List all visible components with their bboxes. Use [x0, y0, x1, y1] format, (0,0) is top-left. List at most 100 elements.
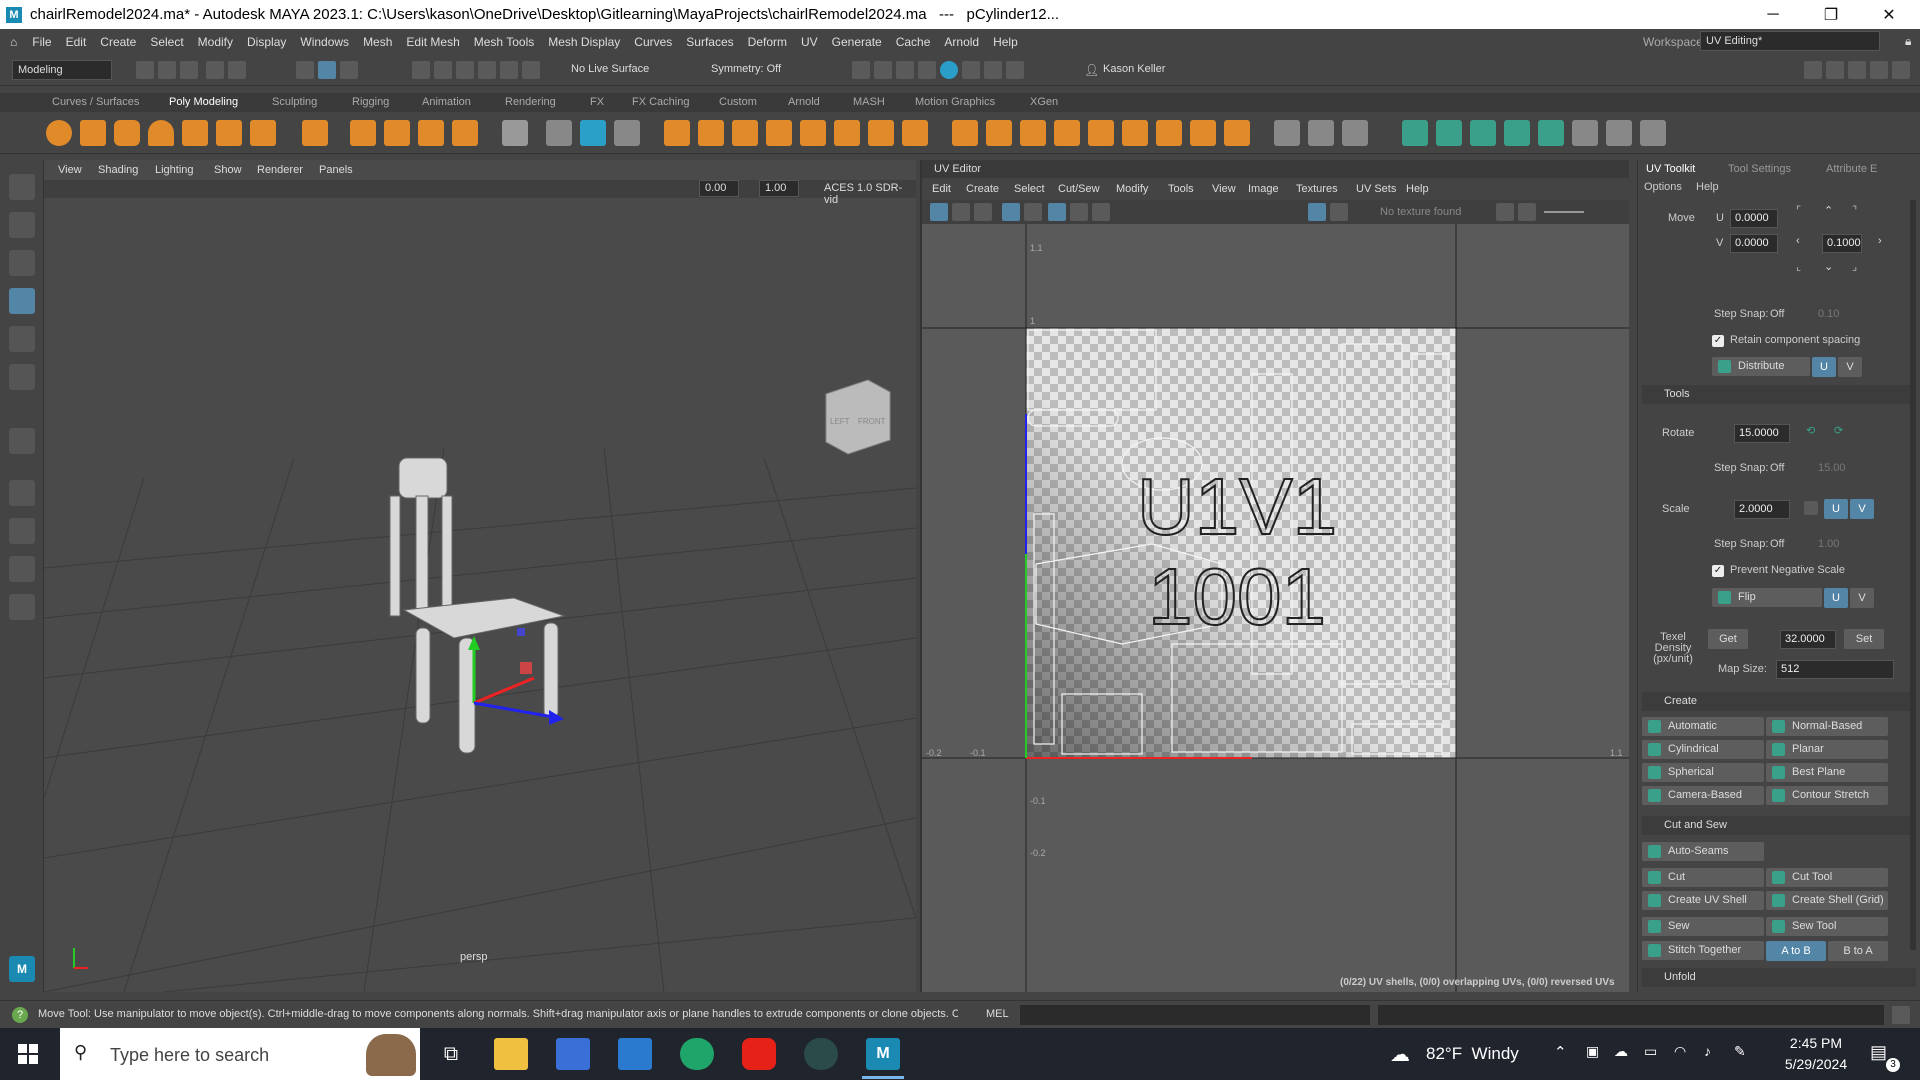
sew-button[interactable]: Sew	[1642, 917, 1764, 936]
remesh-icon[interactable]	[902, 120, 928, 146]
auto-seams-button[interactable]: Auto-Seams	[1642, 842, 1764, 861]
uv-menu-modify[interactable]: Modify	[1116, 183, 1148, 195]
stitch-together-button[interactable]: Stitch Together	[1642, 941, 1764, 960]
render-settings-icon[interactable]	[918, 61, 936, 79]
contour-stretch-button[interactable]: Contour Stretch	[1766, 786, 1888, 805]
separate-icon[interactable]	[698, 120, 724, 146]
boolean-icon[interactable]	[766, 120, 792, 146]
texel-set-button[interactable]: Set	[1844, 629, 1884, 649]
pen-icon[interactable]: ✎	[1734, 1043, 1746, 1060]
scale-step-snap-value[interactable]: 1.00	[1818, 538, 1839, 550]
select-object-icon[interactable]	[318, 61, 336, 79]
symmetry-select[interactable]: Symmetry: Off	[706, 60, 810, 80]
texel-density-field[interactable]: 32.0000	[1780, 630, 1836, 649]
toolkit-scrollbar[interactable]	[1910, 200, 1916, 950]
rotate-field[interactable]: 15.0000	[1734, 424, 1790, 443]
uv-menu-edit[interactable]: Edit	[932, 183, 951, 195]
menu-mesh-tools[interactable]: Mesh Tools	[467, 35, 541, 49]
poly-cube-icon[interactable]	[80, 120, 106, 146]
uv-texture-icon[interactable]	[1330, 203, 1348, 221]
viewcube-left[interactable]: LEFT	[830, 417, 850, 426]
minimize-button[interactable]: ─	[1744, 0, 1802, 29]
shelf-tab-animation[interactable]: Animation	[422, 96, 471, 108]
cylindrical-uv-icon[interactable]	[1436, 120, 1462, 146]
scale-uniform-icon[interactable]	[1804, 501, 1818, 515]
scale-v-button[interactable]: V	[1850, 499, 1874, 519]
chair-mesh[interactable]	[389, 457, 566, 754]
unfold-section-header[interactable]: Unfold	[1642, 968, 1916, 987]
retain-spacing-checkbox[interactable]: ✓	[1712, 335, 1724, 347]
create-uv-shell-button[interactable]: Create UV Shell	[1642, 891, 1764, 910]
flip-button[interactable]: Flip	[1712, 588, 1822, 607]
move-down-left-icon[interactable]: ⌞	[1796, 260, 1801, 273]
platonic-solid-icon[interactable]	[302, 120, 328, 146]
tab-tool-settings[interactable]: Tool Settings	[1728, 163, 1791, 175]
toolkit-menu-options[interactable]: Options	[1644, 181, 1682, 193]
scale-tool-icon[interactable]	[9, 364, 35, 390]
move-down-right-icon[interactable]: ⌟	[1852, 260, 1857, 273]
tab-uv-toolkit[interactable]: UV Toolkit	[1646, 163, 1695, 175]
poly-disc-icon[interactable]	[250, 120, 276, 146]
mirror-icon[interactable]	[800, 120, 826, 146]
rotate-cw-icon[interactable]: ⟳	[1834, 424, 1843, 437]
last-tool-icon[interactable]	[9, 428, 35, 454]
channel-box-icon[interactable]	[1870, 61, 1888, 79]
scale-field[interactable]: 2.0000	[1734, 500, 1790, 519]
select-tool-icon[interactable]	[9, 174, 35, 200]
four-view-icon[interactable]	[9, 518, 35, 544]
snap-surface-icon[interactable]	[500, 61, 518, 79]
redo-icon[interactable]	[228, 61, 246, 79]
cut-button[interactable]: Cut	[1642, 868, 1764, 887]
menu-edit-mesh[interactable]: Edit Mesh	[399, 35, 466, 49]
rotate-tool-icon[interactable]	[9, 326, 35, 352]
vp-menu-view[interactable]: View	[58, 164, 82, 176]
taskbar-search-box[interactable]: ⚲ Type here to search	[60, 1028, 420, 1080]
edge-loop-icon[interactable]	[1308, 120, 1334, 146]
poly-plane-icon[interactable]	[216, 120, 242, 146]
tools-section-header[interactable]: Tools	[1642, 385, 1916, 404]
two-view-icon[interactable]	[9, 556, 35, 582]
uv-shell-icon[interactable]	[952, 203, 970, 221]
shelf-tab-sculpting[interactable]: Sculpting	[272, 96, 317, 108]
move-step-snap-value[interactable]: 0.10	[1818, 308, 1839, 320]
menu-cache[interactable]: Cache	[889, 35, 938, 49]
a-to-b-button[interactable]: A to B	[1766, 941, 1826, 961]
create-shell-grid-button[interactable]: Create Shell (Grid)	[1766, 891, 1888, 910]
outliner-icon[interactable]	[1892, 61, 1910, 79]
rotate-step-snap-select[interactable]: Off	[1770, 462, 1784, 474]
close-button[interactable]: ✕	[1860, 0, 1918, 29]
menu-modify[interactable]: Modify	[191, 35, 240, 49]
append-polygon-icon[interactable]	[1088, 120, 1114, 146]
task-view-icon[interactable]: ⧉	[434, 1038, 468, 1070]
spherical-uv-icon[interactable]	[1470, 120, 1496, 146]
vp-menu-show[interactable]: Show	[214, 164, 242, 176]
target-weld-icon[interactable]	[1342, 120, 1368, 146]
undo-icon[interactable]	[206, 61, 224, 79]
uv-menu-uv-sets[interactable]: UV Sets	[1356, 183, 1396, 195]
smooth-icon[interactable]	[834, 120, 860, 146]
distribute-v-button[interactable]: V	[1838, 357, 1862, 377]
planar-button[interactable]: Planar	[1766, 740, 1888, 759]
flip-v-button[interactable]: V	[1850, 588, 1874, 608]
menu-uv[interactable]: UV	[794, 35, 825, 49]
mode-select[interactable]: Modeling	[12, 60, 112, 80]
uv-distortion-icon[interactable]	[1070, 203, 1088, 221]
tool-settings-icon[interactable]	[1848, 61, 1866, 79]
best-plane-button[interactable]: Best Plane	[1766, 763, 1888, 782]
file-explorer-icon[interactable]	[494, 1038, 528, 1070]
automatic-uv-icon[interactable]	[1504, 120, 1530, 146]
shelf-tab-fx[interactable]: FX	[590, 96, 604, 108]
create-section-header[interactable]: Create	[1642, 692, 1916, 711]
shelf-tab-mash[interactable]: MASH	[853, 96, 885, 108]
viewcube[interactable]: LEFT FRONT	[825, 379, 891, 455]
tray-chevron-icon[interactable]: ⌃	[1554, 1043, 1567, 1061]
poke-icon[interactable]	[1156, 120, 1182, 146]
hypershade-icon[interactable]	[940, 61, 958, 79]
uv-gamma-icon[interactable]	[1518, 203, 1536, 221]
perspective-viewport[interactable]: View Shading Lighting Show Renderer Pane…	[44, 160, 916, 992]
move-up-right-icon[interactable]: ⌝	[1852, 204, 1857, 217]
uv-menu-view[interactable]: View	[1212, 183, 1236, 195]
menu-edit[interactable]: Edit	[59, 35, 94, 49]
extrude-icon[interactable]	[952, 120, 978, 146]
vp-menu-panels[interactable]: Panels	[319, 164, 353, 176]
